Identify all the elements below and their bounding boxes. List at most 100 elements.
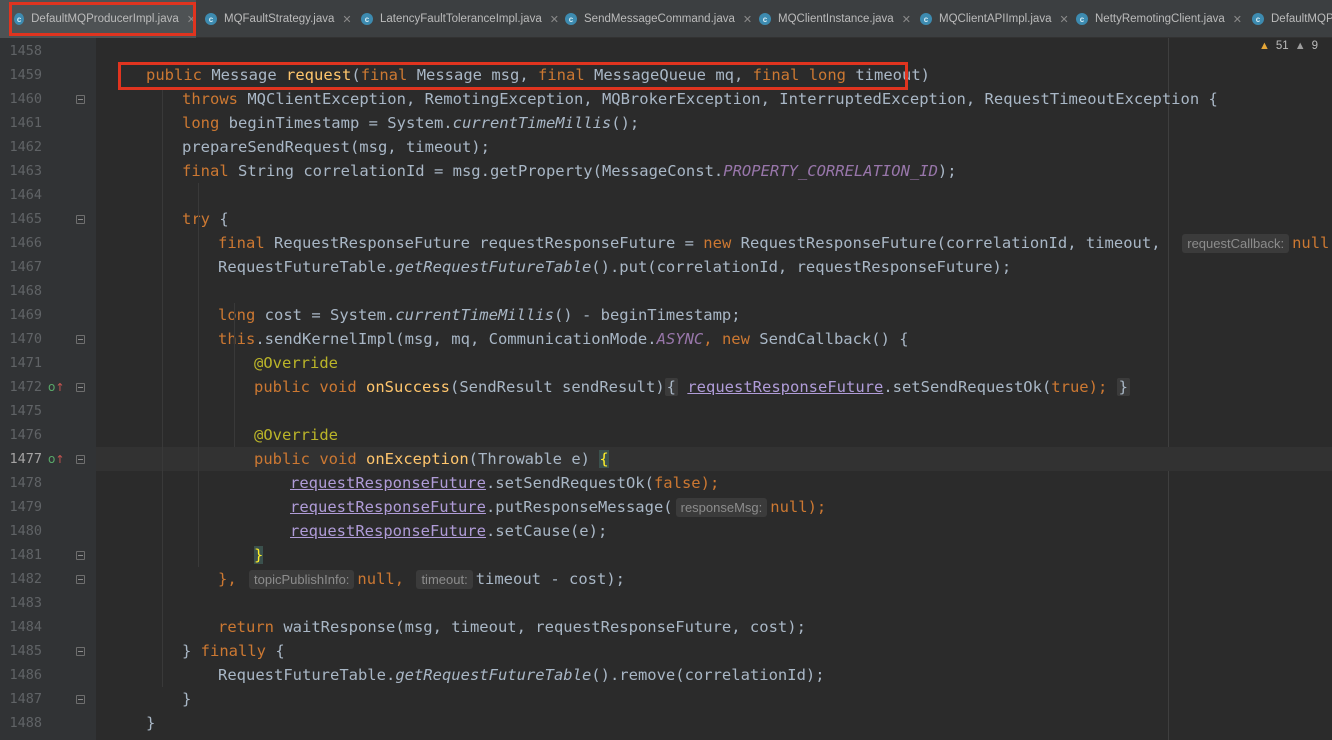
code-token: throws [182,90,238,108]
line-number: 1466 [9,235,42,251]
code-token: timeout - cost); [475,570,625,588]
code-token: null [1292,234,1330,252]
weak-warning-icon: ▲ [1294,40,1306,52]
code-token: waitResponse(msg, timeout, requestRespon… [274,618,806,636]
code-token: { [266,642,285,660]
close-icon[interactable]: ✕ [342,13,351,26]
code-token: requestResponseFuture [687,378,884,396]
code-token: { [599,450,609,468]
code-line-1471[interactable]: @Override [254,351,338,375]
code-line-1467[interactable]: RequestFutureTable.getRequestFutureTable… [218,255,1011,279]
java-class-icon: c [1076,13,1088,25]
fold-marker-icon[interactable] [76,695,85,704]
close-icon[interactable]: ✕ [1059,13,1068,26]
code-token: { [210,210,229,228]
code-line-1465[interactable]: try { [182,207,229,231]
code-token: } [1116,378,1130,396]
code-area[interactable]: public Message request(final Message msg… [96,38,1332,740]
java-class-icon: c [1252,13,1264,25]
code-line-1476[interactable]: @Override [254,423,338,447]
code-line-1480[interactable]: requestResponseFuture.setCause(e); [290,519,607,543]
code-token: .setSendRequestOk( [485,474,654,492]
editor-tab-bar: c DefaultMQProducerImpl.java ✕ c MQFault… [0,0,1332,38]
code-token: currentTimeMillis [395,306,554,324]
parameter-hint: timeout: [416,570,473,589]
fold-marker-icon[interactable] [76,95,85,104]
code-line-1478[interactable]: requestResponseFuture.setSendRequestOk(f… [290,471,719,495]
code-token: RequestFutureTable. [218,258,396,276]
warning-count: 51 [1275,40,1289,52]
code-token: final [218,234,265,252]
code-line-1484[interactable]: return waitResponse(msg, timeout, reques… [218,615,806,639]
code-line-1462[interactable]: prepareSendRequest(msg, timeout); [182,135,490,159]
code-line-1470[interactable]: this.sendKernelImpl(msg, mq, Communicati… [218,327,909,351]
code-line-1466[interactable]: final RequestResponseFuture requestRespo… [218,231,1332,255]
code-token: ); [937,162,957,180]
fold-marker-icon[interactable] [76,647,85,656]
warning-triangle-icon: ▲ [1259,40,1270,52]
code-line-1463[interactable]: final String correlationId = msg.getProp… [182,159,957,183]
code-token: } [146,714,156,732]
code-line-1472[interactable]: public void onSuccess(SendResult sendRes… [254,375,1130,399]
close-icon[interactable]: ✕ [1233,13,1242,26]
close-icon[interactable]: ✕ [550,13,559,26]
fold-marker-icon[interactable] [76,335,85,344]
override-implements-icon[interactable]: o↑ [48,447,65,472]
code-line-1482[interactable]: }, topicPublishInfo: null, timeout: timeou… [218,567,625,591]
code-line-1487[interactable]: } [182,687,191,711]
inspection-widget[interactable]: ▲ 51 ▲ 9 [1259,40,1318,52]
code-token: } [254,546,264,564]
code-token: String correlationId = msg.getProperty(M… [228,162,724,180]
code-token: long [182,114,220,132]
code-line-1481[interactable]: } [254,543,264,567]
code-line-1488[interactable]: } [146,711,155,735]
code-line-1469[interactable]: long cost = System.currentTimeMillis() -… [218,303,741,327]
code-token: MQClientException, RemotingException, MQ… [238,90,1218,108]
code-token: return [218,618,274,636]
code-token: }, [218,570,237,588]
override-implements-icon[interactable]: o↑ [48,375,65,400]
line-number: 1480 [9,523,42,539]
code-token: .setSendRequestOk( [883,378,1052,396]
tab-sendmessagecommand[interactable]: c SendMessageCommand.java ✕ [565,0,752,38]
fold-marker-icon[interactable] [76,551,85,560]
line-number: 1463 [9,163,42,179]
tab-latencyfaulttoleranceimpl[interactable]: c LatencyFaultToleranceImpl.java ✕ [361,0,559,38]
fold-marker-icon[interactable] [76,575,85,584]
code-line-1477[interactable]: public void onException(Throwable e) { [254,447,609,471]
line-number: 1470 [9,331,42,347]
code-token: null [357,570,395,588]
code-editor[interactable]: public Message request(final Message msg… [0,38,1332,740]
line-number: 1467 [9,259,42,275]
parameter-hint: requestCallback: [1182,234,1290,253]
code-line-1486[interactable]: RequestFutureTable.getRequestFutureTable… [218,663,825,687]
line-number: 1484 [9,619,42,635]
code-line-1485[interactable]: } finally { [182,639,285,663]
highlight-box-active-tab [9,2,196,36]
fold-marker-icon[interactable] [76,455,85,464]
fold-marker-icon[interactable] [76,215,85,224]
highlight-box-method-signature [118,62,908,90]
fold-marker-icon[interactable] [76,383,85,392]
code-token: ); [1088,378,1108,396]
code-line-1461[interactable]: long beginTimestamp = System.currentTime… [182,111,639,135]
line-number: 1481 [9,547,42,563]
code-token: , [703,330,722,348]
java-class-icon: c [205,13,217,25]
tab-label: LatencyFaultToleranceImpl.java [380,13,542,25]
tab-mqclientapiimpl[interactable]: c MQClientAPIImpl.java ✕ [920,0,1069,38]
tab-label: MQFaultStrategy.java [224,13,335,25]
tab-nettyremotingclient[interactable]: c NettyRemotingClient.java ✕ [1076,0,1242,38]
line-number: 1478 [9,475,42,491]
code-token: onException [366,450,469,468]
tab-defaultmqpr[interactable]: c DefaultMQPr [1252,0,1332,38]
close-icon[interactable]: ✕ [743,13,752,26]
java-class-icon: c [759,13,771,25]
close-icon[interactable]: ✕ [902,13,911,26]
tab-mqfaultstrategy[interactable]: c MQFaultStrategy.java ✕ [205,0,352,38]
tab-mqclientinstance[interactable]: c MQClientInstance.java ✕ [759,0,911,38]
parameter-hint: responseMsg: [675,498,768,517]
code-line-1479[interactable]: requestResponseFuture.putResponseMessage… [290,495,826,519]
code-line-1460[interactable]: throws MQClientException, RemotingExcept… [182,87,1218,111]
